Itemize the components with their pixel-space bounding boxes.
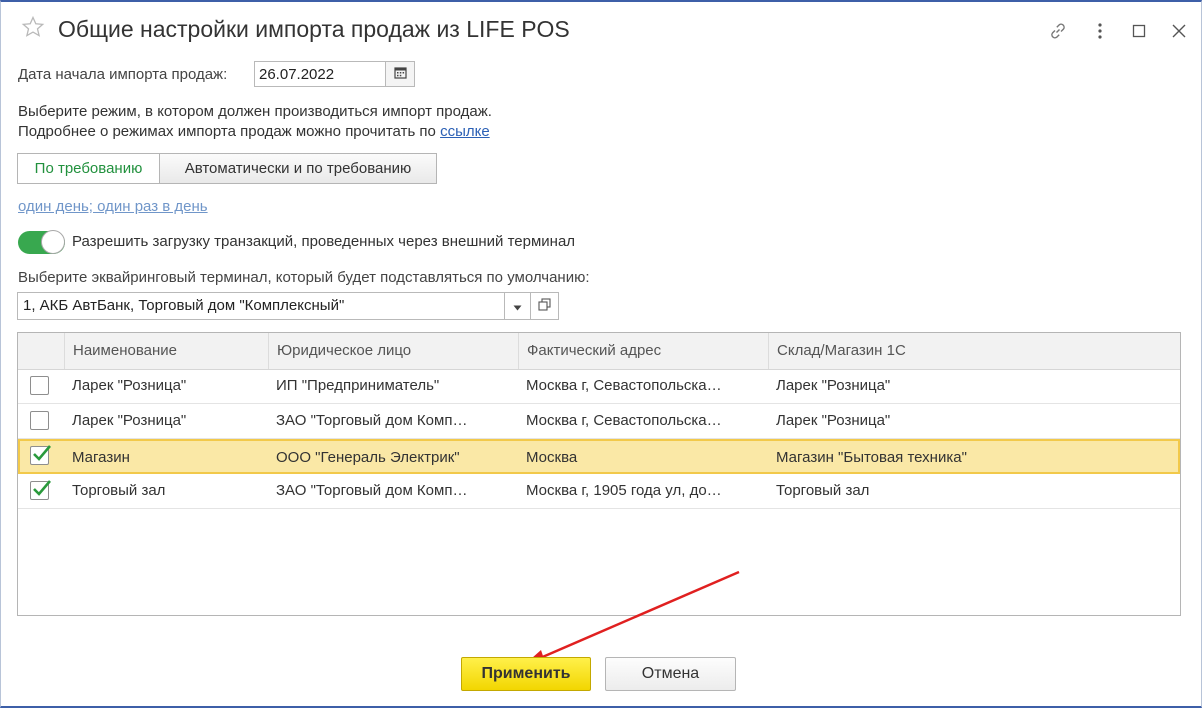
row-checkbox[interactable] — [30, 376, 49, 395]
open-form-icon — [538, 297, 551, 315]
cell-store: Торговый зал — [776, 482, 870, 499]
column-header-address[interactable]: Фактический адрес — [518, 333, 768, 369]
dropdown-arrow-icon — [513, 298, 522, 315]
link-icon[interactable] — [1047, 20, 1069, 46]
cell-address: Москва — [526, 449, 578, 466]
calendar-button[interactable] — [386, 61, 415, 87]
close-icon[interactable] — [1171, 23, 1187, 43]
calendar-icon — [393, 66, 407, 83]
checkmark-icon — [33, 480, 51, 496]
mode-info-line2: Подробнее о режимах импорта продаж можно… — [18, 123, 490, 140]
dialog-window: Общие настройки импорта продаж из LIFE P… — [0, 0, 1202, 708]
cell-store: Магазин "Бытовая техника" — [776, 449, 967, 466]
maximize-icon[interactable] — [1132, 24, 1146, 42]
mode-info-prefix: Подробнее о режимах импорта продаж можно… — [18, 123, 436, 140]
external-terminal-label: Разрешить загрузку транзакций, проведенн… — [72, 233, 576, 250]
row-checkbox[interactable] — [30, 411, 49, 430]
terminal-open-button[interactable] — [530, 292, 559, 320]
checkbox-column-header — [18, 333, 64, 369]
star-icon[interactable] — [21, 15, 45, 43]
cell-name: Ларек "Розница" — [72, 412, 187, 429]
terminal-select-label: Выберите эквайринговый терминал, который… — [18, 269, 590, 286]
toggle-knob — [41, 230, 65, 254]
cell-store: Ларек "Розница" — [776, 412, 891, 429]
row-checkbox[interactable] — [30, 445, 51, 465]
cell-address: Москва г, Севастопольска… — [526, 377, 722, 394]
window-title: Общие настройки импорта продаж из LIFE P… — [58, 16, 570, 42]
cell-address: Москва г, 1905 года ул, до… — [526, 482, 722, 499]
cell-name: Магазин — [72, 449, 130, 466]
mode-info-link[interactable]: ссылке — [440, 123, 490, 140]
mode-auto-and-on-demand-button[interactable]: Автоматически и по требованию — [159, 153, 437, 184]
cell-name: Торговый зал — [72, 482, 166, 499]
terminal-dropdown-button[interactable] — [504, 292, 531, 320]
external-terminal-toggle[interactable] — [18, 230, 65, 254]
cancel-button[interactable]: Отмена — [605, 657, 736, 691]
terminal-select-input[interactable]: 1, АКБ АвтБанк, Торговый дом "Комплексны… — [17, 292, 505, 320]
table-row[interactable]: Торговый зал ЗАО "Торговый дом Комп… Мос… — [18, 474, 1180, 509]
table-row[interactable]: Ларек "Розница" ИП "Предприниматель" Мос… — [18, 369, 1180, 404]
cell-store: Ларек "Розница" — [776, 377, 891, 394]
cell-name: Ларек "Розница" — [72, 377, 187, 394]
cell-entity: ЗАО "Торговый дом Комп… — [276, 412, 468, 429]
cell-entity: ЗАО "Торговый дом Комп… — [276, 482, 468, 499]
table-header: Наименование Юридическое лицо Фактически… — [18, 333, 1180, 370]
column-header-store[interactable]: Склад/Магазин 1С — [768, 333, 1180, 369]
more-icon[interactable] — [1093, 20, 1107, 46]
table-row-selected[interactable]: Магазин ООО "Генераль Электрик" Москва М… — [18, 439, 1180, 474]
apply-button[interactable]: Применить — [461, 657, 591, 691]
row-checkbox[interactable] — [30, 480, 51, 500]
table-row[interactable]: Ларек "Розница" ЗАО "Торговый дом Комп… … — [18, 404, 1180, 439]
mode-on-demand-button[interactable]: По требованию — [17, 153, 160, 184]
mode-info-line1: Выберите режим, в котором должен произво… — [18, 103, 492, 120]
column-header-entity[interactable]: Юридическое лицо — [268, 333, 518, 369]
cell-entity: ООО "Генераль Электрик" — [276, 449, 460, 466]
annotation-arrow — [523, 570, 740, 666]
cell-entity: ИП "Предприниматель" — [276, 377, 440, 394]
import-start-label: Дата начала импорта продаж: — [18, 66, 228, 83]
schedule-link[interactable]: один день; один раз в день — [18, 198, 208, 215]
checkmark-icon — [33, 445, 51, 461]
cell-address: Москва г, Севастопольска… — [526, 412, 722, 429]
column-header-name[interactable]: Наименование — [64, 333, 268, 369]
import-start-date-input[interactable] — [254, 61, 386, 87]
